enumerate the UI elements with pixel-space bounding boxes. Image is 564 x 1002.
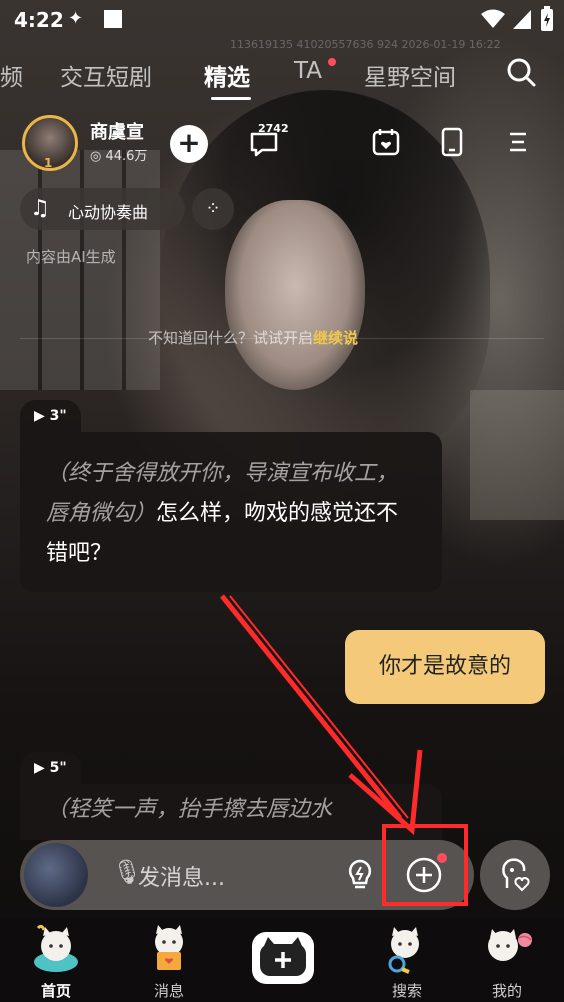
message-input[interactable]: 发消息... — [138, 860, 225, 892]
nav-home-label: 首页 — [40, 982, 71, 1000]
nav-home[interactable]: 首页 — [16, 918, 96, 1002]
cat-yarn-icon — [488, 929, 532, 961]
nav-messages-label: 消息 — [153, 982, 184, 1000]
create-button[interactable] — [252, 932, 314, 984]
annotation-highlight-box — [382, 824, 468, 906]
cat-envelope-icon — [155, 925, 183, 970]
lightbulb-icon[interactable] — [343, 857, 377, 891]
nav-messages[interactable]: 消息 — [129, 918, 209, 1002]
cat-magnifier-icon — [388, 927, 419, 974]
nav-search[interactable]: 搜索 — [367, 918, 447, 1002]
character-heart-icon — [502, 858, 530, 892]
nav-profile[interactable]: 我的 — [467, 918, 547, 1002]
nav-search-label: 搜索 — [391, 982, 422, 1000]
cat-plus-icon — [260, 937, 306, 976]
favorite-character-button[interactable] — [480, 840, 550, 910]
nav-profile-label: 我的 — [491, 982, 522, 1000]
cat-home-icon — [34, 924, 78, 972]
user-avatar[interactable] — [24, 843, 88, 907]
